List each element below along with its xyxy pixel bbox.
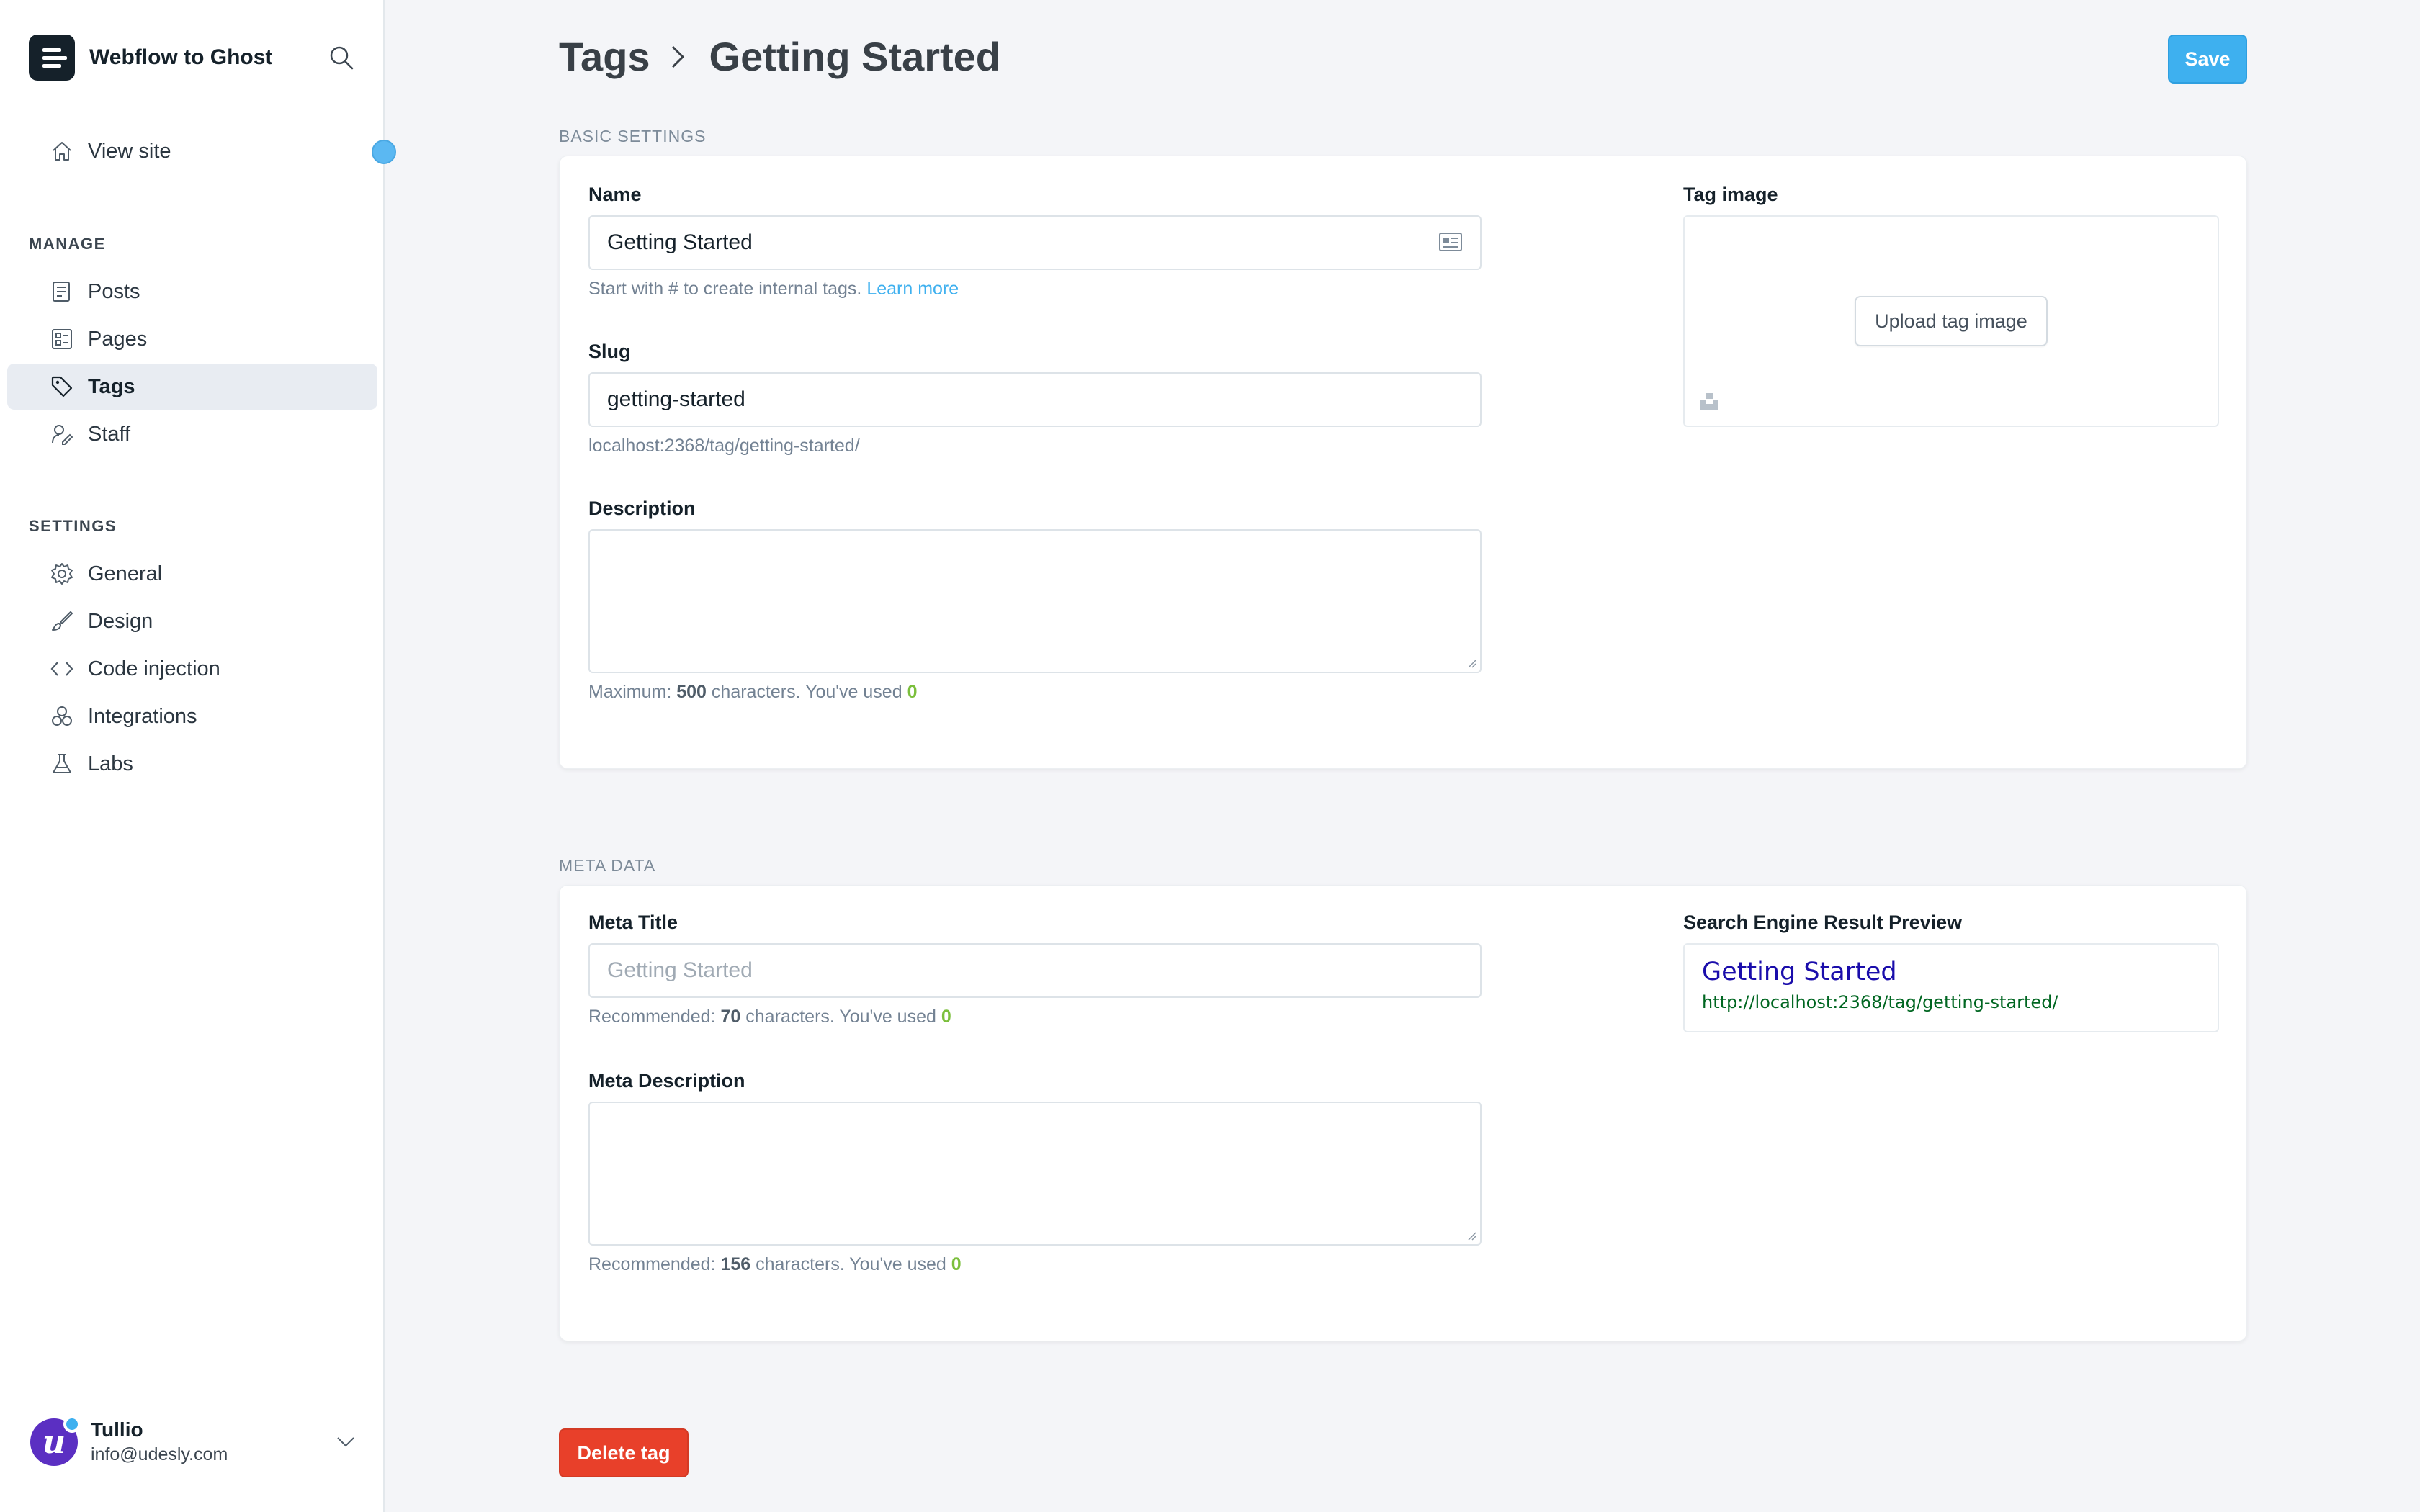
name-input[interactable]: Getting Started: [588, 215, 1482, 270]
save-button[interactable]: Save: [2168, 35, 2247, 84]
view-site-link[interactable]: View site: [7, 128, 377, 174]
manage-section-label: MANAGE: [29, 235, 106, 253]
settings-section-label: SETTINGS: [29, 517, 117, 535]
name-label: Name: [588, 184, 642, 205]
search-preview-title: Getting Started: [1702, 958, 1897, 986]
sidebar-item-pages[interactable]: Pages: [7, 316, 377, 362]
basic-settings-label: BASIC SETTINGS: [559, 127, 707, 145]
view-site-label: View site: [88, 139, 171, 163]
name-hint: Start with # to create internal tags. Le…: [588, 279, 959, 300]
search-icon[interactable]: [327, 43, 356, 72]
meta-title-label: Meta Title: [588, 912, 678, 933]
sidebar-item-integrations[interactable]: Integrations: [7, 693, 377, 739]
resize-handle-icon[interactable]: [1466, 657, 1477, 669]
meta-description-label: Meta Description: [588, 1070, 745, 1092]
search-preview-label: Search Engine Result Preview: [1683, 912, 1963, 933]
meta-data-label: META DATA: [559, 856, 656, 875]
meta-data-card: Meta Title Getting Started Recommended: …: [559, 885, 2247, 1341]
hint-mid: characters. You've used: [745, 1007, 936, 1027]
sidebar-item-posts[interactable]: Posts: [7, 269, 377, 315]
site-logo: [29, 35, 75, 81]
tag-image-dropzone[interactable]: Upload tag image: [1683, 215, 2219, 427]
hint-prefix: Recommended:: [588, 1254, 716, 1274]
upload-tag-image-button[interactable]: Upload tag image: [1855, 296, 2048, 346]
meta-title-input[interactable]: Getting Started: [588, 943, 1482, 998]
chevron-right-icon: [671, 45, 684, 68]
posts-icon: [53, 282, 70, 302]
description-used-count: 0: [907, 682, 918, 702]
id-card-icon[interactable]: [1438, 231, 1463, 253]
sidebar-item-label: Design: [88, 609, 153, 633]
sidebar-item-label: Integrations: [88, 704, 197, 728]
unsplash-icon[interactable]: [1699, 391, 1719, 411]
sidebar-item-label: Staff: [88, 422, 131, 446]
sidebar-item-label: Labs: [88, 752, 133, 775]
code-icon: [50, 662, 73, 676]
description-textarea[interactable]: [588, 529, 1482, 673]
sidebar-item-label: Posts: [88, 279, 140, 303]
chevron-down-icon[interactable]: [334, 1430, 357, 1453]
pages-icon: [52, 329, 72, 349]
sidebar-item-label: Code injection: [88, 657, 220, 680]
user-menu[interactable]: u Tullio info@udesly.com: [29, 1416, 360, 1473]
breadcrumb-tags-link[interactable]: Tags: [559, 33, 650, 80]
hint-prefix: Recommended:: [588, 1007, 716, 1027]
sidebar-item-general[interactable]: General: [7, 551, 377, 597]
description-char-count: Maximum: 500 characters. You've used 0: [588, 682, 917, 703]
slug-url-preview: localhost:2368/tag/getting-started/: [588, 436, 860, 456]
sidebar: Webflow to Ghost View site MANAGE Posts …: [0, 0, 396, 1512]
basic-settings-card: Name Getting Started Start with # to cre…: [559, 156, 2247, 769]
tag-image-label: Tag image: [1683, 184, 1778, 205]
meta-title-recommended-count: 70: [720, 1007, 741, 1027]
sidebar-item-label: Tags: [88, 374, 135, 398]
slug-input[interactable]: getting-started: [588, 372, 1482, 427]
home-icon: [53, 142, 71, 161]
hint-mid: characters. You've used: [756, 1254, 946, 1274]
avatar-status-dot: [63, 1416, 81, 1433]
meta-title-used-count: 0: [941, 1007, 951, 1027]
staff-icon: [52, 425, 73, 445]
tag-icon: [51, 376, 73, 397]
name-hint-text: Start with # to create internal tags.: [588, 279, 862, 299]
sidebar-item-labs[interactable]: Labs: [7, 741, 377, 787]
meta-description-used-count: 0: [951, 1254, 962, 1274]
meta-description-char-count: Recommended: 156 characters. You've used…: [588, 1254, 962, 1275]
gear-icon: [51, 563, 73, 585]
sidebar-item-staff[interactable]: Staff: [7, 411, 377, 457]
sidebar-item-code-injection[interactable]: Code injection: [7, 646, 377, 692]
breadcrumb: Tags Getting Started: [559, 33, 1000, 80]
flask-icon: [53, 754, 71, 773]
meta-description-recommended-count: 156: [720, 1254, 751, 1274]
learn-more-link[interactable]: Learn more: [866, 279, 959, 299]
site-name: Webflow to Ghost: [89, 45, 273, 69]
sidebar-item-design[interactable]: Design: [7, 598, 377, 644]
user-email: info@udesly.com: [91, 1444, 228, 1464]
sidebar-item-label: Pages: [88, 327, 148, 351]
description-max-count: 500: [676, 682, 707, 702]
resize-handle-icon[interactable]: [1466, 1230, 1477, 1241]
hint-prefix: Maximum:: [588, 682, 672, 702]
search-result-preview: Getting Started http://localhost:2368/ta…: [1683, 943, 2219, 1032]
description-label: Description: [588, 498, 696, 519]
slug-label: Slug: [588, 341, 631, 362]
sidebar-item-label: General: [88, 562, 163, 585]
brush-icon: [52, 611, 73, 631]
sidebar-item-tags[interactable]: Tags: [7, 364, 377, 410]
search-preview-url: http://localhost:2368/tag/getting-starte…: [1702, 992, 2058, 1012]
brand[interactable]: Webflow to Ghost: [29, 35, 272, 81]
user-name: Tullio: [91, 1418, 143, 1441]
delete-tag-button[interactable]: Delete tag: [559, 1428, 689, 1477]
meta-description-textarea[interactable]: [588, 1102, 1482, 1246]
integrations-icon: [52, 706, 72, 726]
page-title: Getting Started: [709, 34, 1001, 79]
update-notification-dot[interactable]: [372, 140, 396, 164]
meta-title-char-count: Recommended: 70 characters. You've used …: [588, 1007, 951, 1027]
hint-mid: characters. You've used: [711, 682, 902, 702]
